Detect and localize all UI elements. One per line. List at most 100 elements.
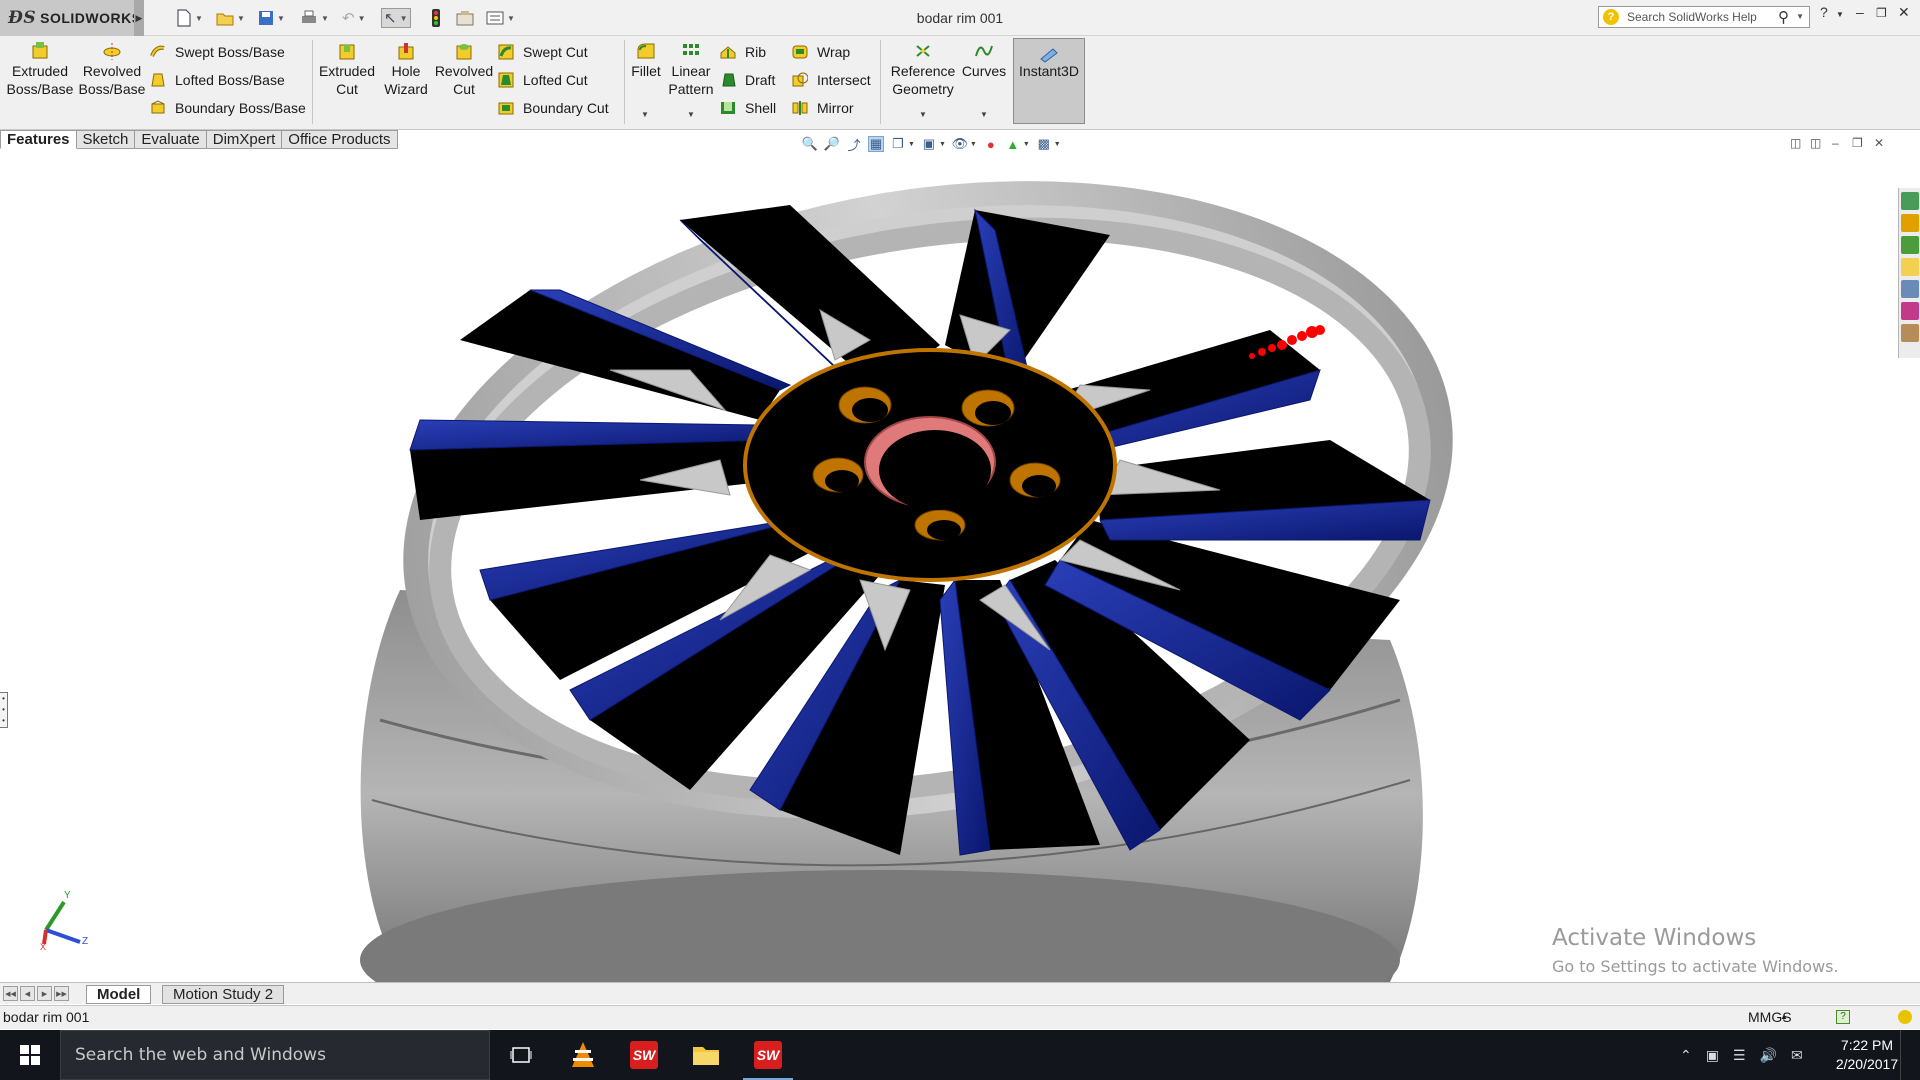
solidworks-running-icon[interactable]: SW (743, 1038, 793, 1080)
wheel-rim-model[interactable] (0, 152, 1898, 982)
first-tab-icon[interactable]: ◀◀ (3, 986, 18, 1001)
reference-geometry-dropdown-icon[interactable]: ▼ (919, 110, 927, 119)
display-style-chevron-icon[interactable]: ▼ (939, 141, 946, 148)
show-desktop-button[interactable] (1900, 1030, 1920, 1080)
wrap-button[interactable]: Wrap (792, 41, 850, 63)
file-properties-button[interactable] (456, 8, 474, 28)
viewport-restore-icon[interactable]: ❐ (1852, 136, 1863, 150)
view-settings-icon[interactable]: ▩ (1036, 136, 1052, 152)
task-view-icon[interactable] (504, 1038, 538, 1072)
solidworks-logo[interactable]: ĐS SOLIDWORKS (0, 0, 141, 36)
boundary-cut-button[interactable]: Boundary Cut (498, 97, 609, 119)
draft-button[interactable]: Draft (720, 69, 775, 91)
solidworks-launcher-icon[interactable]: SW (627, 1038, 661, 1072)
next-tab-icon[interactable]: ▶ (37, 986, 52, 1001)
viewport-layout-icon[interactable]: ◫ (1790, 136, 1801, 150)
previous-view-icon[interactable]: ⤴ (846, 136, 862, 153)
print-button[interactable]: ▼ (300, 8, 329, 28)
quick-tips-icon[interactable]: ? (1836, 1010, 1850, 1024)
chevron-down-icon[interactable]: ▼ (1796, 12, 1804, 21)
tab-dimxpert[interactable]: DimXpert (206, 130, 283, 149)
network-wifi-icon[interactable]: ☰ (1733, 1047, 1746, 1064)
help-menu-button[interactable]: ? (1820, 4, 1828, 20)
close-button[interactable]: ✕ (1898, 4, 1910, 21)
intersect-button[interactable]: Intersect (792, 69, 871, 91)
tab-evaluate[interactable]: Evaluate (135, 130, 207, 149)
extruded-boss-button[interactable]: Extruded Boss/Base (7, 42, 73, 98)
search-icon[interactable]: ⚲ (1778, 8, 1789, 26)
apply-scene-icon[interactable]: ▲ (1005, 136, 1021, 152)
view-orientation-chevron-icon[interactable]: ▼ (908, 141, 915, 148)
vlc-icon[interactable] (566, 1038, 600, 1072)
extruded-cut-button[interactable]: Extruded Cut (318, 42, 376, 98)
show-hidden-icons-icon[interactable]: ⌃ (1680, 1047, 1692, 1064)
revolved-boss-button[interactable]: Revolved Boss/Base (79, 42, 145, 98)
tab-sketch[interactable]: Sketch (76, 130, 136, 149)
view-palette-icon[interactable] (1901, 280, 1919, 298)
open-document-button[interactable]: ▼ (216, 8, 245, 28)
taskbar-search-box[interactable]: Search the web and Windows (60, 1030, 490, 1080)
home-icon[interactable] (1901, 214, 1919, 232)
feature-manager-collapse-handle[interactable]: • • • (0, 692, 8, 728)
boundary-boss-button[interactable]: Boundary Boss/Base (150, 97, 306, 119)
shell-button[interactable]: Shell (720, 97, 776, 119)
design-library-icon[interactable] (1901, 236, 1919, 254)
rebuild-button[interactable] (432, 8, 440, 28)
zoom-to-area-icon[interactable]: 🔎 (824, 136, 840, 152)
menu-expand-arrow[interactable]: ▶ (134, 0, 144, 36)
rib-button[interactable]: Rib (720, 41, 766, 63)
hide-show-chevron-icon[interactable]: ▼ (970, 141, 977, 148)
instant3d-button[interactable]: Instant3D (1013, 38, 1085, 124)
curves-button[interactable]: Curves (960, 42, 1008, 80)
lofted-boss-button[interactable]: Lofted Boss/Base (150, 69, 285, 91)
start-button[interactable] (0, 1030, 60, 1080)
hole-wizard-button[interactable]: Hole Wizard (380, 42, 432, 98)
view-orientation-icon[interactable]: ❐ (890, 136, 906, 152)
viewport-minimize-icon[interactable]: – (1832, 136, 1839, 150)
display-style-icon[interactable]: ▣ (921, 136, 937, 152)
battery-power-icon[interactable]: ▣ (1706, 1047, 1719, 1064)
new-document-button[interactable]: ▼ (176, 8, 203, 28)
minimize-button[interactable]: – (1856, 4, 1864, 20)
prev-tab-icon[interactable]: ◀ (20, 986, 35, 1001)
edit-appearance-icon[interactable]: ● (983, 136, 999, 152)
section-view-icon[interactable]: ▦ (868, 136, 884, 152)
swept-cut-button[interactable]: Swept Cut (498, 41, 588, 63)
appearances-icon[interactable] (1901, 302, 1919, 320)
tab-motion-study-2[interactable]: Motion Study 2 (162, 985, 285, 1004)
custom-properties-icon[interactable] (1901, 324, 1919, 342)
lofted-cut-button[interactable]: Lofted Cut (498, 69, 588, 91)
pattern-dropdown-icon[interactable]: ▼ (687, 110, 695, 119)
action-center-message-icon[interactable]: ✉ (1791, 1047, 1803, 1064)
tab-features[interactable]: Features (0, 130, 77, 149)
save-button[interactable]: ▼ (258, 8, 285, 28)
mirror-button[interactable]: Mirror (792, 97, 854, 119)
curves-dropdown-icon[interactable]: ▼ (980, 110, 988, 119)
fillet-dropdown-icon[interactable]: ▼ (641, 110, 649, 119)
linear-pattern-button[interactable]: Linear Pattern (666, 42, 716, 98)
taskbar-clock[interactable]: 7:22 PM 2/20/2017 (1826, 1036, 1908, 1074)
last-tab-icon[interactable]: ▶▶ (54, 986, 69, 1001)
rebuild-status-icon[interactable] (1898, 1010, 1912, 1024)
view-settings-chevron-icon[interactable]: ▼ (1054, 141, 1061, 148)
hide-show-items-icon[interactable]: 👁 (952, 136, 969, 152)
units-chevron-up-icon[interactable]: ▲ (1780, 1006, 1788, 1028)
help-menu-chevron-icon[interactable]: ▼ (1836, 10, 1844, 19)
undo-button[interactable]: ↶ ▼ (342, 8, 366, 28)
zoom-to-fit-icon[interactable]: 🔍 (802, 136, 818, 152)
volume-icon[interactable]: 🔊 (1760, 1047, 1777, 1064)
tab-office-products[interactable]: Office Products (282, 130, 398, 149)
swept-boss-button[interactable]: Swept Boss/Base (150, 41, 285, 63)
graphics-area[interactable]: Y Z X • • • (0, 152, 1898, 982)
file-explorer-icon[interactable] (1901, 258, 1919, 276)
restore-button[interactable]: ❐ (1876, 6, 1887, 20)
fillet-button[interactable]: Fillet (628, 42, 664, 80)
resources-icon[interactable] (1901, 192, 1919, 210)
options-button[interactable]: ▼ (486, 8, 515, 28)
viewport-close-icon[interactable]: ✕ (1874, 136, 1884, 150)
file-explorer-taskbar-icon[interactable] (689, 1038, 723, 1072)
reference-geometry-button[interactable]: Reference Geometry (888, 42, 958, 98)
revolved-cut-button[interactable]: Revolved Cut (434, 42, 494, 98)
help-search-box[interactable]: ? Search SolidWorks Help ⚲ ▼ (1598, 6, 1810, 28)
tab-model[interactable]: Model (86, 985, 152, 1004)
